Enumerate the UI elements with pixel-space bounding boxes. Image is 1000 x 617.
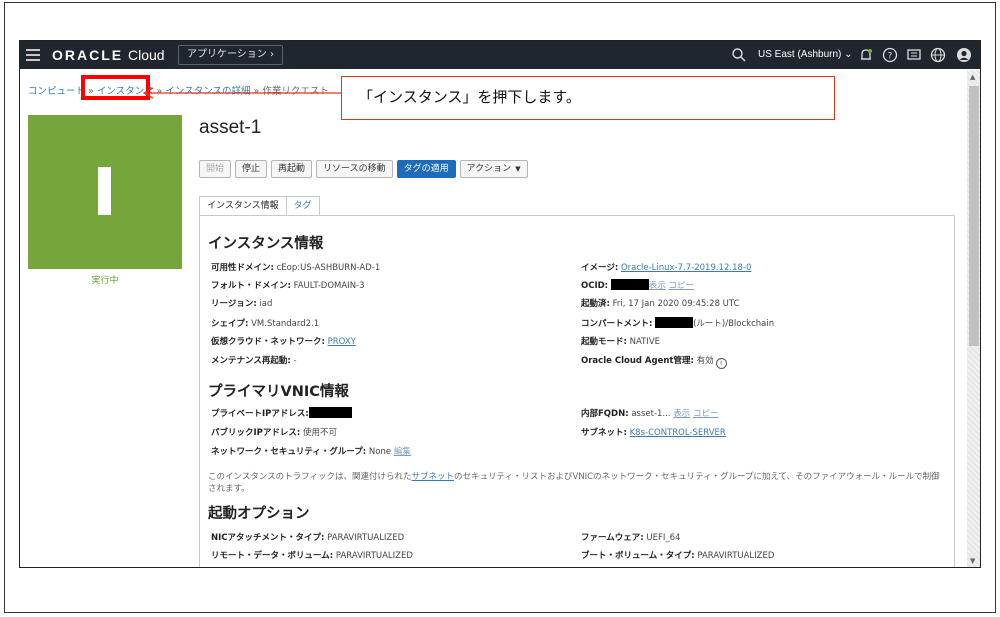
actions-dropdown[interactable]: アクション ▼ [459, 160, 528, 178]
field-subnet: サブネット: K8s-CONTROL-SERVER [581, 428, 726, 438]
breadcrumb-compute[interactable]: コンピュート [28, 86, 85, 97]
vcn-link[interactable]: PROXY [328, 337, 356, 347]
stop-button[interactable]: 停止 [235, 160, 268, 178]
annotation-callout: 「インスタンス」を押下します。 [341, 76, 835, 120]
globe-icon[interactable] [930, 47, 946, 63]
redacted-ocid [610, 279, 649, 290]
field-vcn: 仮想クラウド・ネットワーク: PROXY [211, 337, 356, 347]
apply-tags-button[interactable]: タグの適用 [396, 160, 456, 178]
field-ocid: OCID: 表示 コピー [581, 279, 695, 291]
field-nic-attachment: NICアタッチメント・タイプ: PARAVIRTUALIZED [211, 533, 405, 543]
image-link[interactable]: Oracle-Linux-7.7-2019.12.18-0 [621, 263, 751, 273]
field-cloud-agent: Oracle Cloud Agent管理: 有効 i [581, 354, 727, 369]
field-remote-data-volume: リモート・データ・ボリューム: PARAVIRTUALIZED [211, 551, 413, 561]
scrollbar-thumb[interactable] [969, 86, 979, 346]
top-navigation-bar: ORACLE Cloud アプリケーション › US East (Ashburn… [20, 41, 980, 69]
field-private-ip: プライベートIPアドレス: [211, 407, 352, 419]
start-button[interactable]: 開始 [199, 160, 232, 178]
chevron-down-icon: ▼ [515, 165, 521, 173]
svg-text:?: ? [888, 52, 893, 62]
subnet-note-link[interactable]: サブネット [412, 472, 455, 482]
field-nsg: ネットワーク・セキュリティ・グループ: None 編集 [211, 447, 411, 457]
detail-tabs: インスタンス情報 タグ [199, 196, 320, 216]
search-icon[interactable] [731, 47, 747, 63]
info-icon[interactable]: i [715, 358, 727, 369]
user-icon[interactable] [956, 47, 972, 63]
region-selector[interactable]: US East (Ashburn) ⌄ [758, 49, 853, 60]
field-launch-mode: 起動モード: NATIVE [581, 337, 661, 347]
field-internal-fqdn: 内部FQDN: asset-1... 表示 コピー [581, 409, 719, 419]
field-launched: 起動済: Fri, 17 Jan 2020 09:45:28 UTC [581, 299, 740, 309]
scroll-down-icon[interactable]: ▼ [970, 557, 975, 565]
nsg-edit-link[interactable]: 編集 [394, 447, 411, 457]
redacted-compartment [655, 317, 694, 328]
menu-icon[interactable] [26, 49, 40, 61]
fqdn-copy-link[interactable]: コピー [693, 409, 719, 419]
action-toolbar: 開始 停止 再起動 リソースの移動 タグの適用 アクション ▼ [199, 160, 528, 178]
bell-icon[interactable] [858, 47, 874, 63]
field-maintenance-reboot: メンテナンス再起動: - [211, 356, 297, 366]
ocid-copy-link[interactable]: コピー [669, 281, 695, 291]
tab-instance-info[interactable]: インスタンス情報 [199, 196, 287, 216]
help-icon[interactable]: ? [882, 47, 898, 63]
oracle-cloud-logo[interactable]: ORACLE Cloud [52, 47, 165, 63]
page-title: asset-1 [199, 117, 262, 138]
traffic-note: このインスタンスのトラフィックは、関連付けられたサブネットのセキュリティ・リスト… [208, 472, 940, 494]
section-heading-primary-vnic: プライマリVNIC情報 [208, 384, 349, 400]
redacted-private-ip [308, 407, 352, 418]
field-image: イメージ: Oracle-Linux-7.7-2019.12.18-0 [581, 263, 752, 273]
section-heading-launch-options: 起動オプション [208, 506, 310, 522]
instance-initial-glyph [98, 167, 111, 215]
ocid-show-link[interactable]: 表示 [649, 281, 666, 291]
field-shape: シェイプ: VM.Standard2.1 [211, 319, 320, 329]
instance-state-label: 実行中 [91, 276, 119, 286]
field-boot-volume-type: ブート・ボリューム・タイプ: PARAVIRTUALIZED [581, 551, 775, 561]
instance-status-tile [28, 115, 182, 269]
annotation-arrow [142, 87, 341, 99]
applications-button[interactable]: アプリケーション › [178, 45, 283, 65]
fqdn-show-link[interactable]: 表示 [673, 409, 690, 419]
field-availability-domain: 可用性ドメイン: cEop:US-ASHBURN-AD-1 [211, 263, 381, 273]
section-heading-instance-info: インスタンス情報 [208, 236, 324, 252]
move-resource-button[interactable]: リソースの移動 [316, 160, 393, 178]
field-compartment: コンパートメント: (ルート)/Blockchain [581, 317, 775, 329]
chat-icon[interactable] [906, 47, 922, 63]
subnet-link[interactable]: K8s-CONTROL-SERVER [630, 428, 726, 438]
vertical-scrollbar[interactable]: ▲ ▼ [967, 70, 980, 567]
reboot-button[interactable]: 再起動 [271, 160, 313, 178]
field-firmware: ファームウェア: UEFI_64 [581, 533, 681, 543]
field-fault-domain: フォルト・ドメイン: FAULT-DOMAIN-3 [211, 281, 365, 291]
field-region: リージョン: iad [211, 299, 273, 309]
tab-tags[interactable]: タグ [286, 196, 320, 216]
field-public-ip: パブリックIPアドレス: 使用不可 [211, 428, 338, 438]
scroll-up-icon[interactable]: ▲ [970, 73, 975, 81]
